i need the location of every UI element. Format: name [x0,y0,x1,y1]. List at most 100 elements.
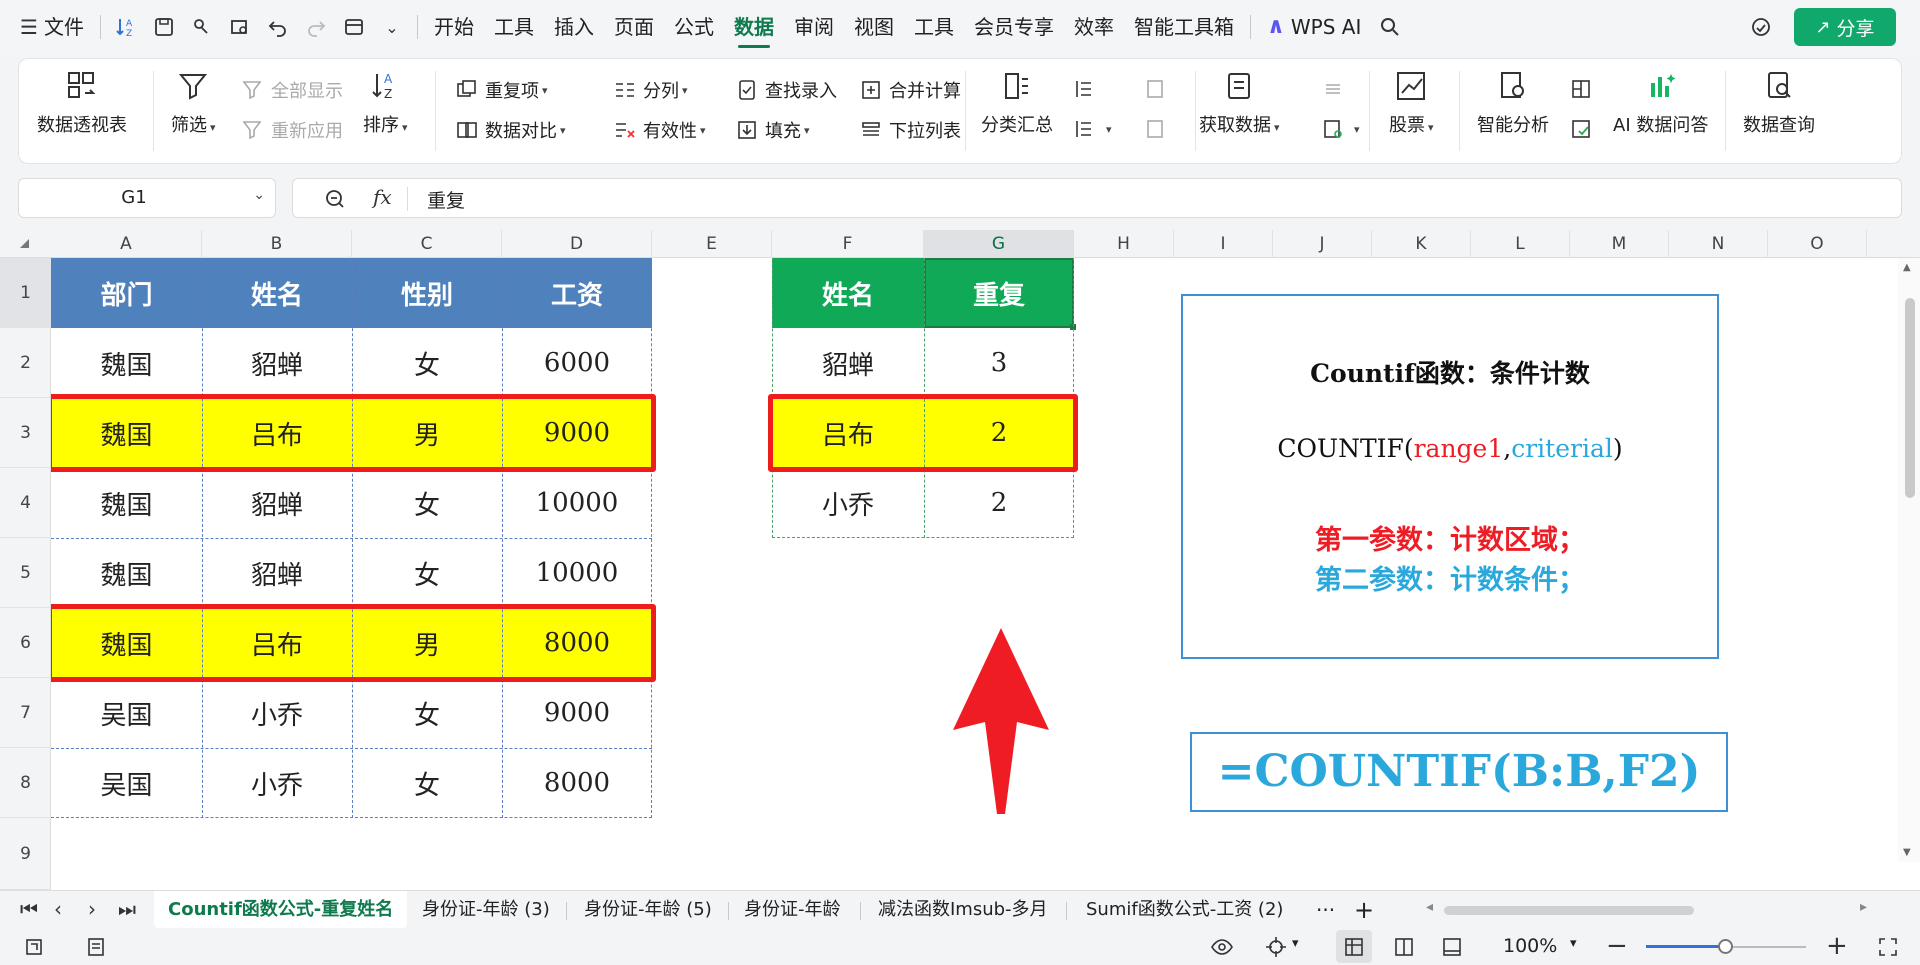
show-all-button[interactable]: 全部显示 [241,77,343,103]
undo-icon[interactable] [259,8,297,46]
first-sheet-icon[interactable]: ⏮ [20,897,38,921]
hide-detail-button[interactable] [1143,117,1173,141]
column-header-d[interactable]: D [502,230,652,258]
table-cell[interactable]: 魏国 [51,328,202,398]
ai-data-qa-button[interactable]: AI 数据问答 [1613,69,1708,137]
table-cell[interactable]: 女 [352,328,502,398]
column-header-g[interactable]: G [924,230,1074,258]
menu-member[interactable]: 会员专享 [964,0,1064,54]
zoom-level[interactable]: 100% [1503,935,1557,957]
table-cell[interactable]: 8000 [502,748,652,818]
scroll-down-icon[interactable]: ▼ [1903,847,1911,858]
refresh-data-button[interactable]: ▾ [1321,117,1360,141]
menu-review[interactable]: 审阅 [784,0,844,54]
column-header-h[interactable]: H [1074,230,1174,258]
result-header-repeat[interactable]: 重复 [924,258,1074,328]
split-column-button[interactable]: 分列 ▾ [613,77,688,103]
row-header-2[interactable]: 2 [0,328,51,398]
page-layout-icon[interactable] [1392,935,1416,959]
zoom-icon[interactable] [323,187,347,211]
column-header-m[interactable]: M [1570,230,1669,258]
share-button[interactable]: ↗ 分享 [1794,8,1896,46]
row-header-8[interactable]: 8 [0,748,51,818]
row-header-4[interactable]: 4 [0,468,51,538]
row-header-3[interactable]: 3 [0,398,51,468]
prev-sheet-icon[interactable]: ‹ [54,897,62,921]
horizontal-scroll-thumb[interactable] [1444,906,1694,915]
more-sheets-button[interactable]: ··· [1316,891,1335,929]
sort-icon[interactable]: AZ [107,8,145,46]
share-link-icon[interactable] [183,8,221,46]
print-preview-icon[interactable] [221,8,259,46]
fill-button[interactable]: 填充 ▾ [735,117,810,143]
add-sheet-button[interactable]: + [1354,891,1374,929]
smart-tool-button[interactable] [1569,77,1599,101]
vertical-scrollbar[interactable]: ▲ ▼ [1898,258,1920,862]
wps-ai-button[interactable]: ∧ WPS AI [1257,0,1371,54]
fx-icon[interactable]: fx [373,185,392,209]
zoom-out-button[interactable]: − [1606,931,1628,961]
name-box[interactable]: G1 ⌄ [18,178,276,218]
table-cell[interactable]: 10000 [502,538,652,608]
table-cell[interactable]: 貂蝉 [202,468,352,538]
get-data-button[interactable]: 获取数据 ▾ [1199,69,1280,137]
result-cell[interactable]: 小乔 [772,468,924,538]
table-cell[interactable]: 女 [352,538,502,608]
sort-button[interactable]: AZ 排序 ▾ [363,69,408,137]
smart-check-button[interactable] [1569,117,1599,141]
header-cell-department[interactable]: 部门 [51,258,202,328]
zoom-slider-knob[interactable] [1718,939,1733,954]
menu-tools[interactable]: 工具 [484,0,544,54]
normal-view-button[interactable] [1336,930,1372,963]
column-header-b[interactable]: B [202,230,352,258]
table-cell[interactable]: 小乔 [202,748,352,818]
show-detail-button[interactable] [1143,77,1173,101]
select-all-icon[interactable] [20,239,29,248]
column-header-f[interactable]: F [772,230,924,258]
scroll-left-icon[interactable]: ◂ [1426,899,1433,915]
formula-bar[interactable]: fx 重复 [292,178,1902,218]
smart-analysis-button[interactable]: 智能分析 [1477,69,1549,137]
page-break-icon[interactable] [1440,935,1464,959]
hamburger-menu-icon[interactable]: ☰ [16,8,42,46]
menu-smart-toolbox[interactable]: 智能工具箱 [1124,0,1244,54]
document-icon[interactable] [84,935,108,959]
menu-page[interactable]: 页面 [604,0,664,54]
table-cell[interactable]: 魏国 [51,538,202,608]
chevron-down-icon[interactable]: ⌄ [253,187,265,203]
table-cell[interactable]: 女 [352,748,502,818]
column-header-o[interactable]: O [1768,230,1867,258]
row-header-1[interactable]: 1 [0,258,51,328]
row-header-7[interactable]: 7 [0,678,51,748]
result-cell[interactable]: 貂蝉 [772,328,924,398]
sheet-tab-id-age-3[interactable]: 身份证-年龄 (3) [422,891,550,929]
result-header-name[interactable]: 姓名 [772,258,924,328]
table-cell[interactable]: 吴国 [51,678,202,748]
table-cell[interactable]: 吴国 [51,748,202,818]
header-cell-name[interactable]: 姓名 [202,258,352,328]
header-cell-gender[interactable]: 性别 [352,258,502,328]
table-cell[interactable]: 6000 [502,328,652,398]
table-cell[interactable]: 貂蝉 [202,328,352,398]
dropdown-list-button[interactable]: 下拉列表 [859,117,961,143]
header-cell-salary[interactable]: 工资 [502,258,652,328]
menu-formula[interactable]: 公式 [664,0,724,54]
column-header-e[interactable]: E [652,230,772,258]
zoom-in-button[interactable]: + [1826,931,1848,961]
table-cell[interactable]: 小乔 [202,678,352,748]
last-sheet-icon[interactable]: ⏭ [118,897,136,921]
column-header-i[interactable]: I [1174,230,1273,258]
sheet-tab-imsub[interactable]: 减法函数Imsub-多月 [878,891,1048,929]
table-cell[interactable]: 女 [352,678,502,748]
row-header-9[interactable]: 9 [0,818,51,890]
column-header-n[interactable]: N [1669,230,1768,258]
file-menu[interactable]: 文件 [42,0,94,54]
reapply-button[interactable]: 重新应用 [241,117,343,143]
redo-icon[interactable] [297,8,335,46]
menu-view[interactable]: 视图 [844,0,904,54]
consolidate-button[interactable]: 合并计算 [859,77,961,103]
lookup-entry-button[interactable]: 查找录入 [735,77,837,103]
data-query-button[interactable]: 数据查询 [1743,69,1815,137]
table-cell[interactable]: 貂蝉 [202,538,352,608]
sheet-tab-sumif[interactable]: Sumif函数公式-工资 (2) [1086,891,1283,929]
